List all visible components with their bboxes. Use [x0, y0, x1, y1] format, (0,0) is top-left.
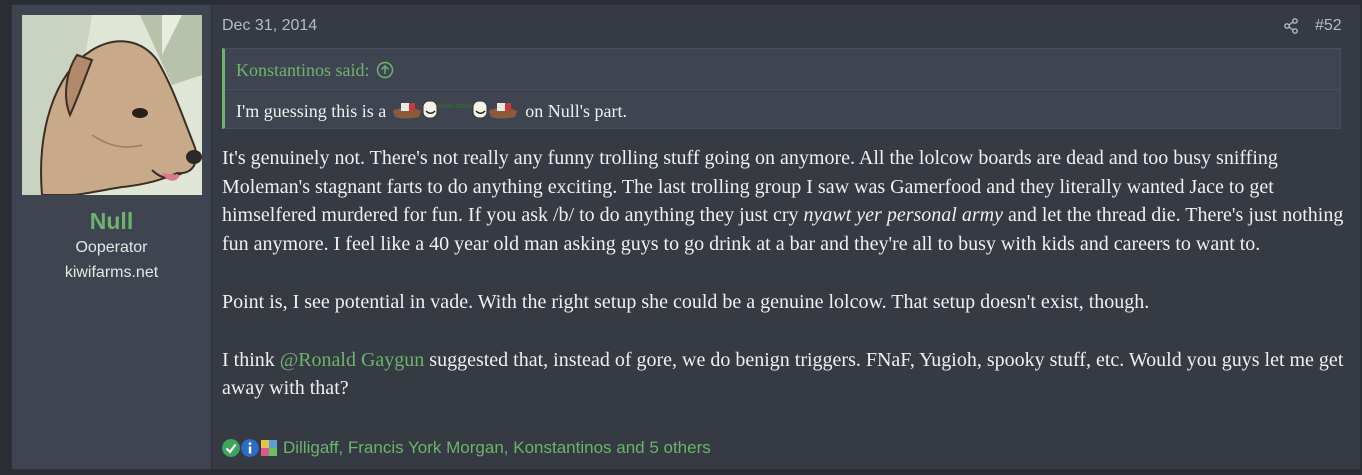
reaction-list[interactable]: Dilligaff, Francis York Morgan, Konstant…	[283, 438, 711, 458]
paragraph-3-start: I think	[222, 348, 280, 371]
user-title: Ooperator	[75, 239, 148, 256]
user-mention-link[interactable]: @Ronald Gaygun	[280, 349, 425, 371]
quote-body: I'm guessing this is a RUSE CRUISE on Nu…	[225, 90, 1340, 122]
post-main: Dec 31, 2014 #52 Konstantinos said: I'm …	[211, 5, 1360, 469]
user-domain: kiwifarms.net	[64, 264, 159, 281]
ruse-cruise-emote-icon: RUSE CRUISE	[392, 100, 517, 119]
paragraph-1: It's genuinely not. There's not really a…	[222, 144, 1346, 259]
reactions-bar[interactable]: Dilligaff, Francis York Morgan, Konstant…	[222, 437, 711, 459]
dog-avatar-image	[22, 15, 202, 195]
quote-block: Konstantinos said: I'm guessing this is …	[222, 48, 1341, 129]
avatar[interactable]	[22, 15, 202, 195]
paragraph-2: Point is, I see potential in vade. With …	[222, 290, 1150, 313]
paragraph-1-italic: nyawt yer personal army	[803, 204, 1003, 227]
autistic-puzzle-icon	[261, 440, 277, 456]
quote-author[interactable]: Konstantinos said:	[236, 60, 370, 80]
post-date[interactable]: Dec 31, 2014	[222, 17, 317, 35]
username[interactable]: Null	[12, 208, 211, 235]
post-container: Null Ooperator kiwifarms.net Dec 31, 201…	[11, 4, 1361, 470]
quote-text-before: I'm guessing this is a	[236, 101, 387, 121]
ruse-cruise-emote-text: RUSE CRUISE	[438, 104, 476, 110]
quote-header[interactable]: Konstantinos said:	[225, 49, 1340, 90]
paragraph-3: I think @Ronald Gaygun suggested that, i…	[222, 346, 1346, 403]
checkmark-icon	[222, 439, 240, 457]
post-content: It's genuinely not. There's not really a…	[222, 144, 1346, 403]
arrow-up-circle-icon[interactable]	[376, 61, 394, 79]
user-cell: Null Ooperator kiwifarms.net	[12, 5, 212, 469]
quote-text-after: on Null's part.	[525, 101, 627, 121]
post-number[interactable]: #52	[1315, 17, 1342, 35]
informative-icon	[241, 439, 259, 457]
share-icon[interactable]	[1283, 18, 1299, 34]
